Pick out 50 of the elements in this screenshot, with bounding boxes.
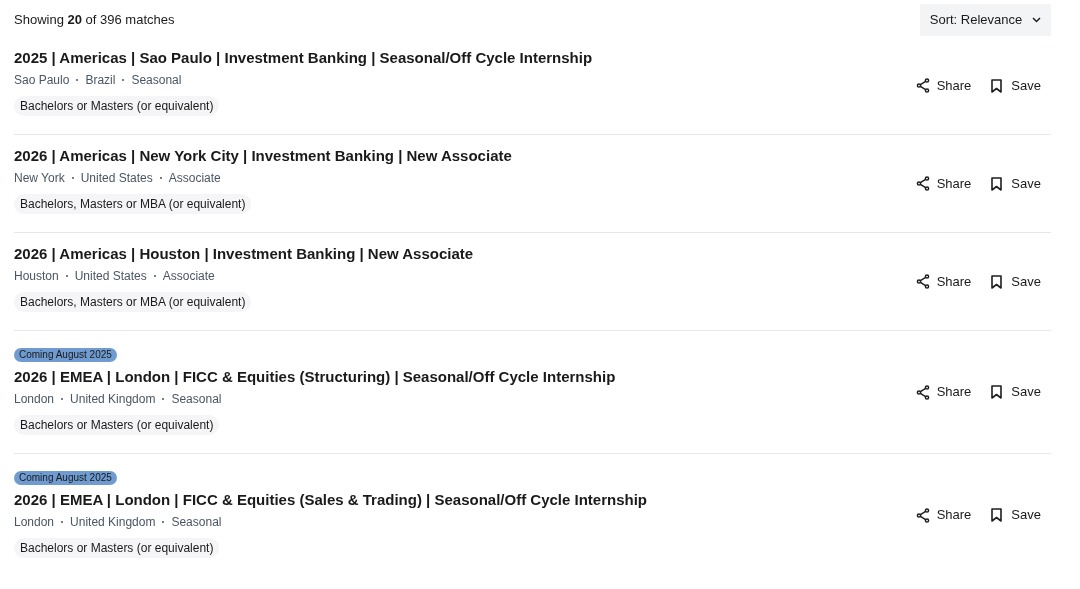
job-meta: United Kingdom [70, 391, 156, 407]
degree-tag: Bachelors or Masters (or equivalent) [14, 415, 220, 435]
job-meta: Seasonal [171, 391, 222, 407]
save-button[interactable]: Save [991, 505, 1041, 525]
save-button[interactable]: Save [991, 75, 1041, 96]
degree-tag: Bachelors or Masters (or equivalent) [14, 538, 220, 558]
status-badge: Coming August 2025 [14, 471, 117, 485]
job-meta: London [14, 391, 55, 407]
job-meta: Associate [168, 170, 221, 186]
save-button[interactable]: Save [991, 382, 1041, 402]
job-title[interactable]: 2026 | Americas | New York City | Investment Banking | New Associate [14, 145, 512, 167]
share-icon [915, 274, 930, 289]
bookmark-icon [991, 508, 1003, 522]
job-meta: Seasonal [131, 72, 182, 88]
degree-tag: Bachelors, Masters or MBA (or equivalent) [14, 292, 252, 312]
save-button[interactable]: Save [991, 173, 1041, 194]
share-button[interactable]: Share [915, 173, 972, 194]
job-meta: New York [14, 170, 65, 186]
status-badge: Coming August 2025 [14, 348, 117, 362]
share-button[interactable]: Share [915, 382, 972, 402]
share-icon [915, 384, 930, 400]
job-meta: United States [80, 170, 153, 186]
job-title[interactable]: 2026 | EMEA | London | FICC & Equities (Structuring) | Seasonal/Off Cycle Internship [14, 366, 616, 388]
job-meta: United Kingdom [70, 514, 156, 530]
save-button[interactable]: Save [991, 271, 1041, 292]
bookmark-icon [991, 176, 1003, 191]
share-button[interactable]: Share [915, 75, 972, 96]
share-icon [915, 176, 930, 191]
job-meta: Associate [162, 268, 215, 284]
bookmark-icon [991, 78, 1003, 93]
bookmark-icon [991, 385, 1003, 399]
share-button[interactable]: Share [915, 505, 972, 525]
job-meta: Seasonal [171, 514, 222, 530]
share-icon [915, 78, 930, 93]
share-icon [915, 507, 930, 523]
results-summary: Showing 20 of 396 matches [14, 11, 175, 30]
job-meta: United States [74, 268, 147, 284]
job-title[interactable]: 2025 | Americas | Sao Paulo | Investment Banking | Seasonal/Off Cycle Internship [14, 47, 593, 69]
job-meta: Houston [14, 268, 59, 284]
job-meta: London [14, 514, 55, 530]
share-button[interactable]: Share [915, 271, 972, 292]
bookmark-icon [991, 274, 1003, 289]
job-meta: Brazil [85, 72, 116, 88]
sort-dropdown[interactable]: Sort: Relevance [920, 4, 1051, 36]
chevron-down-icon [1032, 17, 1042, 23]
degree-tag: Bachelors or Masters (or equivalent) [14, 96, 220, 116]
job-meta: Sao Paulo [14, 72, 70, 88]
degree-tag: Bachelors, Masters or MBA (or equivalent) [14, 194, 252, 214]
job-title[interactable]: 2026 | Americas | Houston | Investment Banking | New Associate [14, 243, 474, 265]
job-title[interactable]: 2026 | EMEA | London | FICC & Equities (Sales & Trading) | Seasonal/Off Cycle Internship [14, 489, 647, 511]
